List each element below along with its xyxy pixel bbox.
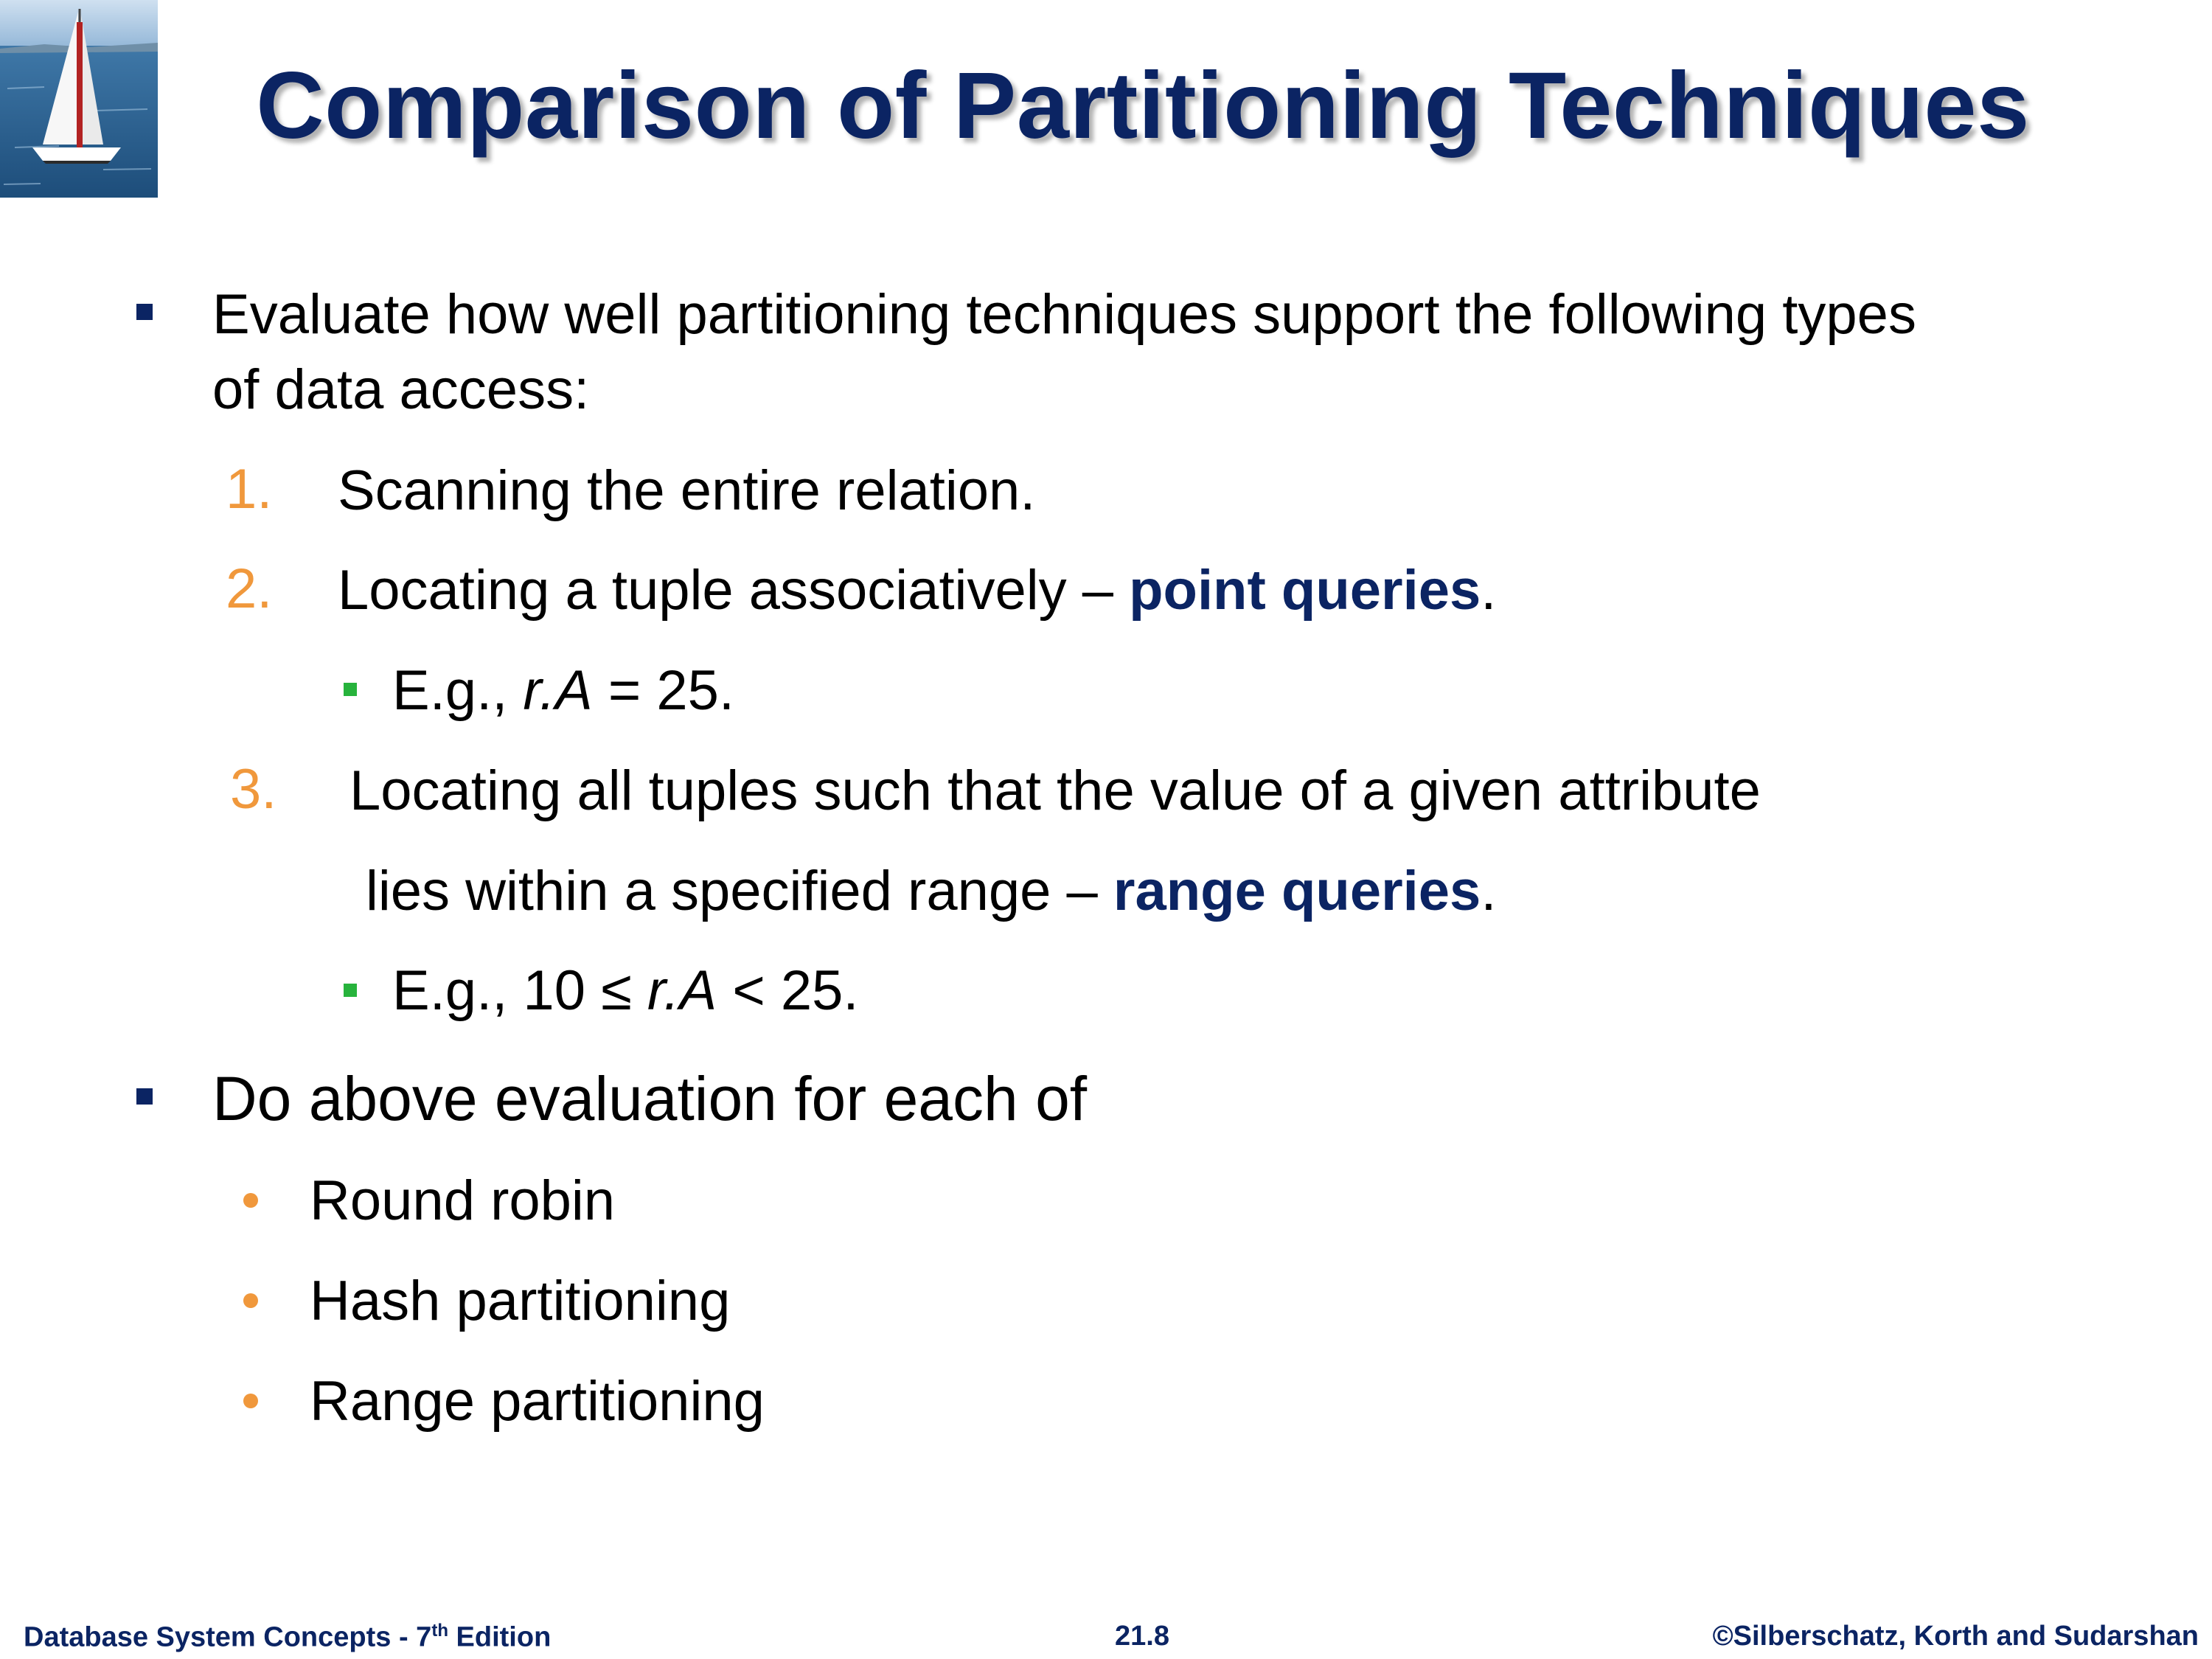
item-2-period: .	[1481, 559, 1497, 622]
item-3-period: .	[1481, 860, 1497, 922]
example-1: E.g., r.A = 25.	[392, 658, 734, 723]
range-queries-keyword: range queries	[1113, 860, 1481, 922]
item-2-text: Locating a tuple associatively –	[338, 559, 1130, 622]
footer-book-title: Database System Concepts - 7th Edition	[24, 1621, 551, 1654]
item-3-line2: lies within a specified range – range qu…	[366, 859, 1496, 923]
slide-title: Comparison of Partitioning Techniques	[256, 53, 2030, 159]
orange-dot-icon	[243, 1293, 258, 1308]
technique-round-robin: Round robin	[310, 1169, 616, 1232]
bullet-square-icon	[136, 304, 153, 320]
item-number-2: 2.	[226, 557, 273, 620]
green-square-icon	[344, 683, 357, 696]
example-1-suffix: = 25.	[592, 659, 734, 722]
item-number-1: 1.	[226, 458, 273, 521]
point-queries-keyword: point queries	[1129, 559, 1481, 622]
example-2-prefix: E.g., 10 ≤	[392, 959, 647, 1022]
bullet-square-icon	[136, 1088, 153, 1105]
orange-dot-icon	[243, 1193, 258, 1208]
green-square-icon	[344, 984, 357, 997]
bullet2-text: Do above evaluation for each of	[212, 1064, 1088, 1133]
item-2-line: Locating a tuple associatively – point q…	[338, 558, 1496, 622]
technique-range-partitioning: Range partitioning	[310, 1370, 765, 1433]
item-3-line1: Locating all tuples such that the value …	[349, 759, 1761, 822]
footer-copyright: ©Silberschatz, Korth and Sudarshan	[1712, 1621, 2199, 1652]
example-2: E.g., 10 ≤ r.A < 25.	[392, 959, 858, 1023]
item-1-text: Scanning the entire relation.	[338, 459, 1036, 522]
orange-dot-icon	[243, 1394, 258, 1408]
example-1-prefix: E.g.,	[392, 659, 524, 722]
item-number-3: 3.	[230, 758, 277, 821]
footer-page-number: 21.8	[1115, 1621, 1169, 1652]
example-2-suffix: < 25.	[717, 959, 859, 1022]
item-3-line2-text: lies within a specified range –	[366, 860, 1113, 922]
bullet1-line2: of data access:	[212, 358, 590, 421]
footer-title-sup: th	[431, 1621, 448, 1641]
bullet1-line1: Evaluate how well partitioning technique…	[212, 283, 1916, 346]
example-2-var: r.A	[647, 959, 717, 1022]
example-1-var: r.A	[523, 659, 593, 722]
footer-title-text: Database System Concepts - 7	[24, 1621, 432, 1653]
technique-hash-partitioning: Hash partitioning	[310, 1270, 731, 1332]
footer-title-suffix: Edition	[448, 1621, 552, 1653]
